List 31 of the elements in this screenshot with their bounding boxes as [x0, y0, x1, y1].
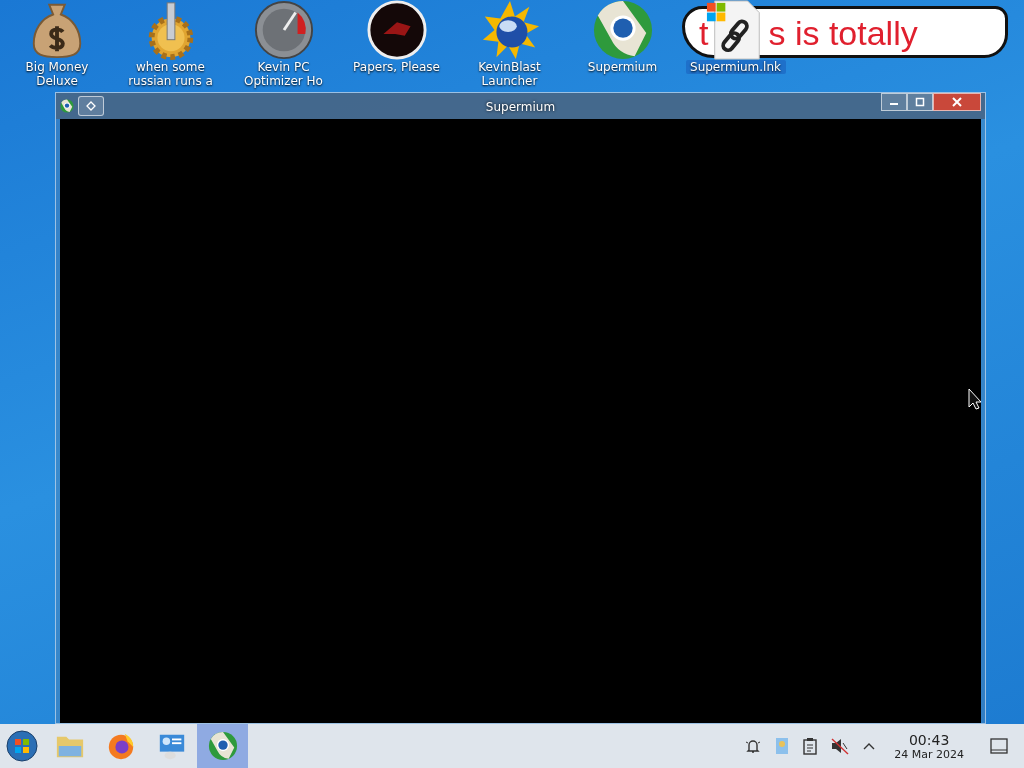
maximize-icon: [915, 97, 925, 107]
caret-icon[interactable]: [862, 741, 877, 751]
close-icon: [952, 97, 962, 107]
desktop-icon-label[interactable]: Supermium.lnk: [685, 60, 786, 74]
maximize-button[interactable]: [907, 93, 933, 111]
bell-icon[interactable]: [744, 737, 763, 755]
show-desktop-icon[interactable]: [990, 738, 1008, 754]
close-button[interactable]: [933, 93, 981, 111]
taskbar-button[interactable]: [197, 724, 248, 768]
clock-time[interactable]: 00:43: [908, 731, 950, 748]
window-title: Supermium: [485, 100, 556, 114]
browser-icon: [591, 0, 654, 61]
desktop-icon-label[interactable]: Supermium: [572, 60, 673, 74]
clock-date[interactable]: 24 Mar 2024: [894, 747, 964, 761]
speaker-muted-icon[interactable]: [830, 737, 851, 755]
browser-icon: [207, 731, 238, 761]
pin-button[interactable]: [78, 96, 104, 116]
desktop-icon-label[interactable]: Kevin PC Optimizer Ho: [233, 60, 334, 88]
cursor-icon: [968, 388, 982, 410]
emblem-icon: [365, 0, 428, 61]
sticker-text: s is totally: [768, 13, 918, 54]
desktop-icon-label[interactable]: KevinBlast Launcher: [459, 60, 560, 88]
minimize-button[interactable]: [881, 93, 907, 111]
gauge-icon: [252, 0, 315, 61]
clipboard-icon[interactable]: [802, 737, 819, 755]
diamond-icon: [86, 101, 96, 111]
desktop-icon-label[interactable]: Papers, Please: [346, 60, 447, 74]
desktop-icon-label[interactable]: when some russian runs a: [120, 60, 221, 88]
browser-icon: [60, 99, 74, 113]
sticker-text: t: [699, 13, 709, 54]
desktop-icon-label[interactable]: Big Money Deluxe: [7, 60, 107, 88]
